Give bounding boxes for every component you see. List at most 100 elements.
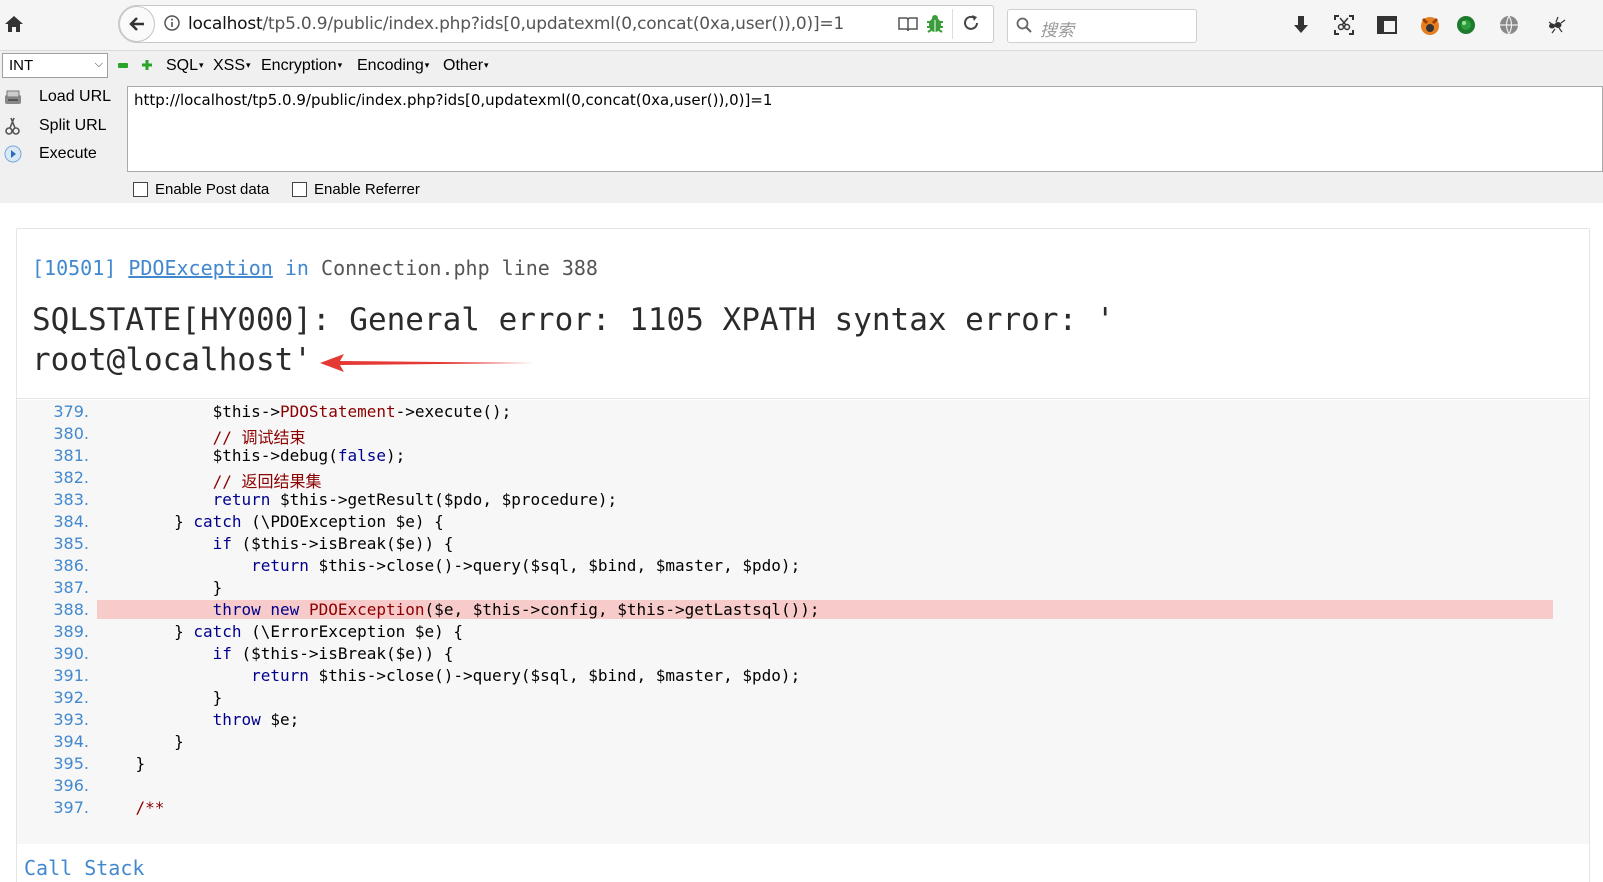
url-textarea[interactable]: http://localhost/tp5.0.9/public/index.ph… — [127, 86, 1603, 172]
play-icon — [3, 144, 23, 164]
source-code-block: 379. $this->PDOStatement->execute(); 380.… — [17, 400, 1589, 844]
line-number: 395. — [53, 754, 89, 773]
code-text: if ($this->isBreak($e)) { — [212, 644, 454, 663]
code-line: 383. return $this->getResult($pdo, $proc… — [17, 488, 1589, 510]
code-line: 396. — [17, 774, 1589, 796]
browser-toolbar: localhost/tp5.0.9/public/index.php?ids[0… — [0, 0, 1603, 50]
code-text: } — [97, 688, 223, 707]
code-line: 388. throw new PDOException($e, $this->c… — [17, 598, 1589, 620]
code-line: 394. } — [17, 730, 1589, 752]
line-number: 392. — [53, 688, 89, 707]
line-number: 389. — [53, 622, 89, 641]
call-stack-heading: Call Stack — [24, 856, 145, 880]
code-text: throw new PDOException($e, $this->config… — [97, 600, 1553, 619]
search-placeholder: 搜索 — [1040, 21, 1074, 40]
line-number: 387. — [53, 578, 89, 597]
line-number: 384. — [53, 512, 89, 531]
extension-globe-icon[interactable] — [1498, 14, 1520, 36]
code-text: throw $e; — [212, 710, 300, 729]
code-text: return $this->close()->query($sql, $bind… — [251, 666, 801, 685]
code-line: 380. // 调试结束 — [17, 422, 1589, 447]
exception-class-link[interactable]: PDOException — [128, 256, 273, 280]
line-number: 386. — [53, 556, 89, 575]
code-line: 393. throw $e; — [17, 708, 1589, 730]
error-code: [10501] — [32, 256, 117, 280]
screenshot-icon[interactable] — [1333, 14, 1355, 36]
code-line: 387. } — [17, 576, 1589, 598]
code-line: 385. if ($this->isBreak($e)) { — [17, 532, 1589, 554]
checkbox-box[interactable] — [133, 182, 148, 197]
urlbar-separator — [952, 9, 953, 39]
exception-message: SQLSTATE[HY000]: General error: 1105 XPA… — [32, 302, 1115, 378]
file-location: Connection.php line 388 — [321, 256, 598, 280]
code-line: 382. // 返回结果集 — [17, 466, 1589, 491]
code-line: 384. } catch (\PDOException $e) { — [17, 510, 1589, 532]
menu-encryption[interactable]: Encryption▾ — [261, 57, 342, 75]
code-text: /** — [97, 798, 165, 817]
code-line: 389. } catch (\ErrorException $e) { — [17, 620, 1589, 642]
chevron-down-icon: ⌵ — [94, 58, 103, 70]
url-text[interactable]: localhost/tp5.0.9/public/index.php?ids[0… — [188, 14, 844, 34]
search-icon — [1016, 17, 1032, 38]
line-number: 379. — [53, 402, 89, 421]
load-url-icon — [3, 87, 23, 107]
line-number: 383. — [53, 490, 89, 509]
menu-encoding[interactable]: Encoding▾ — [357, 57, 429, 75]
code-text: return $this->getResult($pdo, $procedure… — [212, 490, 618, 509]
in-label: in — [284, 256, 309, 280]
menu-sql[interactable]: SQL▾ — [166, 57, 204, 75]
code-line: 381. $this->debug(false); — [17, 444, 1589, 466]
code-text: return $this->close()->query($sql, $bind… — [251, 556, 801, 575]
code-text: } catch (\ErrorException $e) { — [97, 622, 464, 641]
menu-other[interactable]: Other▾ — [443, 57, 489, 75]
decrease-icon[interactable] — [118, 63, 128, 68]
info-icon[interactable] — [164, 15, 180, 31]
code-line: 390. if ($this->isBreak($e)) { — [17, 642, 1589, 664]
type-select[interactable]: INT ⌵ — [2, 53, 108, 78]
sidebar-icon[interactable] — [1376, 14, 1398, 36]
search-bar[interactable] — [1007, 9, 1197, 43]
code-text: } — [97, 732, 184, 751]
code-line: 395. } — [17, 752, 1589, 774]
red-arrow-annotation — [320, 354, 534, 372]
extension-fox-icon[interactable] — [1419, 14, 1441, 36]
scissors-icon — [3, 116, 23, 136]
checkbox-box[interactable] — [292, 182, 307, 197]
extension-ant-icon[interactable] — [1545, 14, 1567, 36]
split-url-button[interactable]: Split URL — [0, 113, 120, 139]
home-icon[interactable] — [2, 12, 26, 36]
load-url-button[interactable]: Load URL — [0, 84, 120, 110]
line-number: 388. — [53, 600, 89, 619]
line-number: 380. — [53, 424, 89, 443]
code-text: } — [97, 754, 146, 773]
line-number: 391. — [53, 666, 89, 685]
bug-icon[interactable] — [925, 14, 945, 39]
code-text: $this->debug(false); — [97, 446, 406, 465]
code-text: $this->PDOStatement->execute(); — [97, 402, 512, 421]
line-number: 393. — [53, 710, 89, 729]
line-number: 396. — [53, 776, 89, 795]
back-arrow-icon — [129, 17, 144, 31]
code-text: } — [97, 578, 223, 597]
back-button[interactable] — [119, 6, 155, 42]
line-number: 385. — [53, 534, 89, 553]
extension-green-icon[interactable] — [1455, 14, 1477, 36]
execute-button[interactable]: Execute — [0, 141, 120, 167]
line-number: 381. — [53, 446, 89, 465]
enable-post-checkbox[interactable]: Enable Post data — [133, 181, 269, 198]
code-line: 392. } — [17, 686, 1589, 708]
code-line: 386. return $this->close()->query($sql, … — [17, 554, 1589, 576]
increase-icon[interactable] — [140, 58, 154, 72]
code-line: 379. $this->PDOStatement->execute(); — [17, 400, 1589, 422]
reader-view-icon[interactable] — [898, 16, 918, 37]
menu-xss[interactable]: XSS▾ — [213, 57, 251, 75]
code-text: if ($this->isBreak($e)) { — [212, 534, 454, 553]
code-line: 391. return $this->close()->query($sql, … — [17, 664, 1589, 686]
exception-info: [10501] PDOException in Connection.php l… — [32, 256, 598, 280]
download-icon[interactable] — [1290, 14, 1312, 36]
code-text: } catch (\PDOException $e) { — [97, 512, 444, 531]
enable-referrer-checkbox[interactable]: Enable Referrer — [292, 181, 420, 198]
line-number: 390. — [53, 644, 89, 663]
line-number: 397. — [53, 798, 89, 817]
reload-icon[interactable] — [962, 14, 980, 37]
